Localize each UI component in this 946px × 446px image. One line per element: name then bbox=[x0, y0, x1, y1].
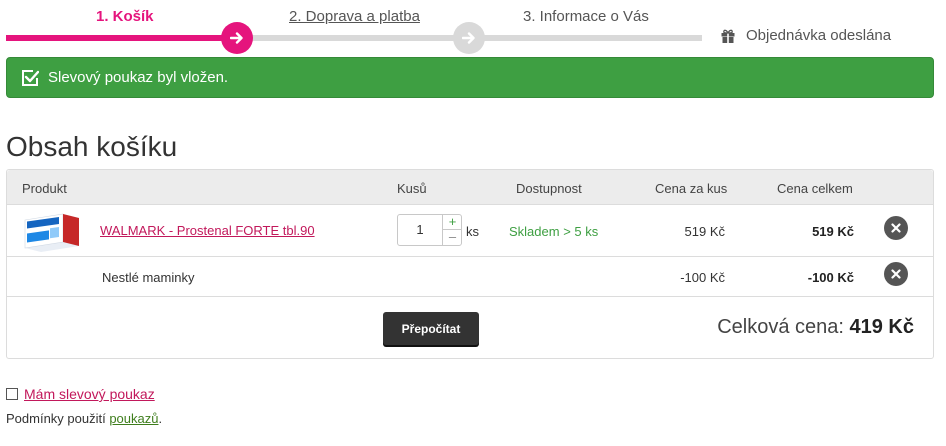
cart-footer: Přepočítat Celková cena: 419 Kč bbox=[7, 297, 933, 359]
quantity-input[interactable]: 1 bbox=[398, 215, 442, 245]
terms-prefix: Podmínky použití bbox=[6, 411, 110, 426]
product-image[interactable] bbox=[23, 210, 81, 252]
unit-price: 519 Kč bbox=[684, 224, 725, 239]
arrow-right-icon bbox=[230, 32, 243, 44]
arrow-right-icon bbox=[462, 32, 475, 44]
step-info-label: 3. Informace o Vás bbox=[523, 8, 649, 25]
alert-message: Slevový poukaz byl vložen. bbox=[48, 69, 229, 86]
header-unit-price: Cena za kus bbox=[655, 181, 728, 196]
voucher-link[interactable]: Mám slevový poukaz bbox=[24, 386, 155, 402]
product-link[interactable]: WALMARK - Prostenal FORTE tbl.90 bbox=[100, 223, 315, 238]
step-order-sent: Objednávka odeslána bbox=[720, 27, 891, 44]
table-header: Produkt Kusů Dostupnost Cena za kus Cena… bbox=[7, 170, 933, 205]
discount-total-price: -100 Kč bbox=[807, 270, 854, 285]
quantity-stepper[interactable]: 1 + – bbox=[397, 214, 462, 246]
terms-link[interactable]: poukazů bbox=[109, 411, 158, 426]
remove-item-button[interactable] bbox=[884, 216, 908, 240]
increment-button[interactable]: + bbox=[443, 215, 462, 230]
header-quantity: Kusů bbox=[397, 181, 427, 196]
decrement-button[interactable]: – bbox=[443, 230, 462, 245]
page-title: Obsah košíku bbox=[6, 131, 178, 162]
checkout-stepper: 1. Košík 2. Doprava a platba 3. Informac… bbox=[0, 0, 946, 60]
table-row: Nestlé maminky -100 Kč -100 Kč bbox=[7, 257, 933, 297]
step-cart-label: 1. Košík bbox=[96, 8, 154, 25]
close-icon bbox=[891, 269, 901, 279]
header-product: Produkt bbox=[22, 181, 67, 196]
step-order-sent-label: Objednávka odeslána bbox=[746, 27, 892, 44]
availability-status: Skladem > 5 ks bbox=[509, 224, 599, 239]
gift-icon bbox=[721, 29, 735, 43]
table-row: WALMARK - Prostenal FORTE tbl.90 1 + – k… bbox=[7, 205, 933, 257]
header-availability: Dostupnost bbox=[516, 181, 582, 196]
close-icon bbox=[891, 223, 901, 233]
step-shipping-label[interactable]: 2. Doprava a platba bbox=[289, 8, 420, 25]
discount-name: Nestlé maminky bbox=[102, 270, 195, 285]
checkbox-checked-icon bbox=[22, 69, 39, 86]
step-cart-node bbox=[221, 22, 253, 54]
recalculate-button[interactable]: Přepočítat bbox=[383, 312, 479, 345]
progress-track-done bbox=[6, 35, 232, 41]
cart-table: Produkt Kusů Dostupnost Cena za kus Cena… bbox=[6, 169, 934, 359]
remove-discount-button[interactable] bbox=[884, 262, 908, 286]
grand-total-label: Celková cena: bbox=[717, 316, 844, 338]
quantity-unit: ks bbox=[466, 224, 479, 239]
grand-total: Celková cena: 419 Kč bbox=[717, 316, 914, 339]
discount-unit-price: -100 Kč bbox=[680, 270, 725, 285]
step-shipping-node[interactable] bbox=[453, 22, 485, 54]
grand-total-value: 419 Kč bbox=[849, 316, 915, 338]
header-total-price: Cena celkem bbox=[777, 181, 853, 196]
voucher-checkbox[interactable] bbox=[6, 388, 18, 400]
terms-suffix: . bbox=[158, 411, 163, 426]
success-alert: Slevový poukaz byl vložen. bbox=[6, 57, 934, 98]
total-price: 519 Kč bbox=[812, 224, 854, 239]
voucher-toggle[interactable]: Mám slevový poukaz bbox=[6, 386, 155, 402]
quantity-buttons: + – bbox=[442, 215, 462, 245]
voucher-terms: Podmínky použití poukazů. bbox=[6, 411, 162, 426]
